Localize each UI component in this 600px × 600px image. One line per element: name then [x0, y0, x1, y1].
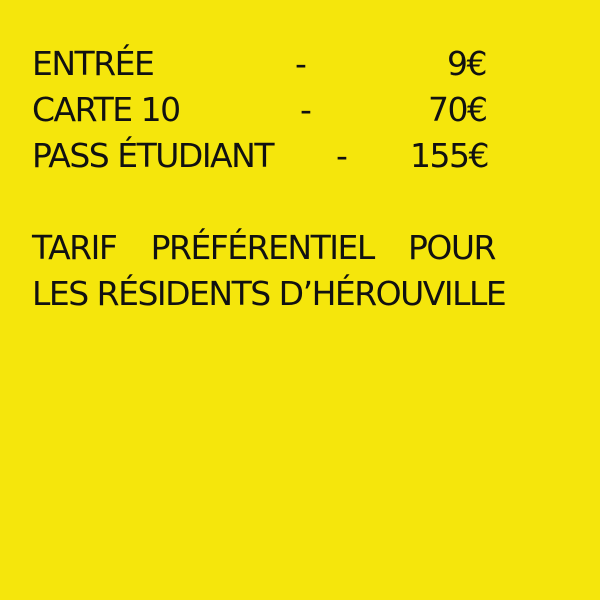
price-label: CARTE 10 [32, 90, 181, 129]
price-label: PASS ÉTUDIANT [32, 136, 274, 175]
resident-note-line-2: LES RÉSIDENTS D’HÉROUVILLE [32, 274, 507, 313]
price-dash: - [295, 44, 307, 83]
resident-note-line-1: TARIF PRÉFÉRENTIEL POUR [32, 228, 496, 268]
note-word: POUR [408, 228, 496, 267]
price-label: ENTRÉE [32, 44, 155, 83]
price-value: 9€ [447, 44, 488, 83]
note-word: TARIF [32, 228, 118, 267]
price-value: 155€ [410, 136, 489, 175]
note-word: PRÉFÉRENTIEL [150, 228, 376, 267]
price-value: 70€ [428, 90, 488, 129]
price-dash: - [336, 136, 348, 175]
price-dash: - [300, 90, 312, 129]
